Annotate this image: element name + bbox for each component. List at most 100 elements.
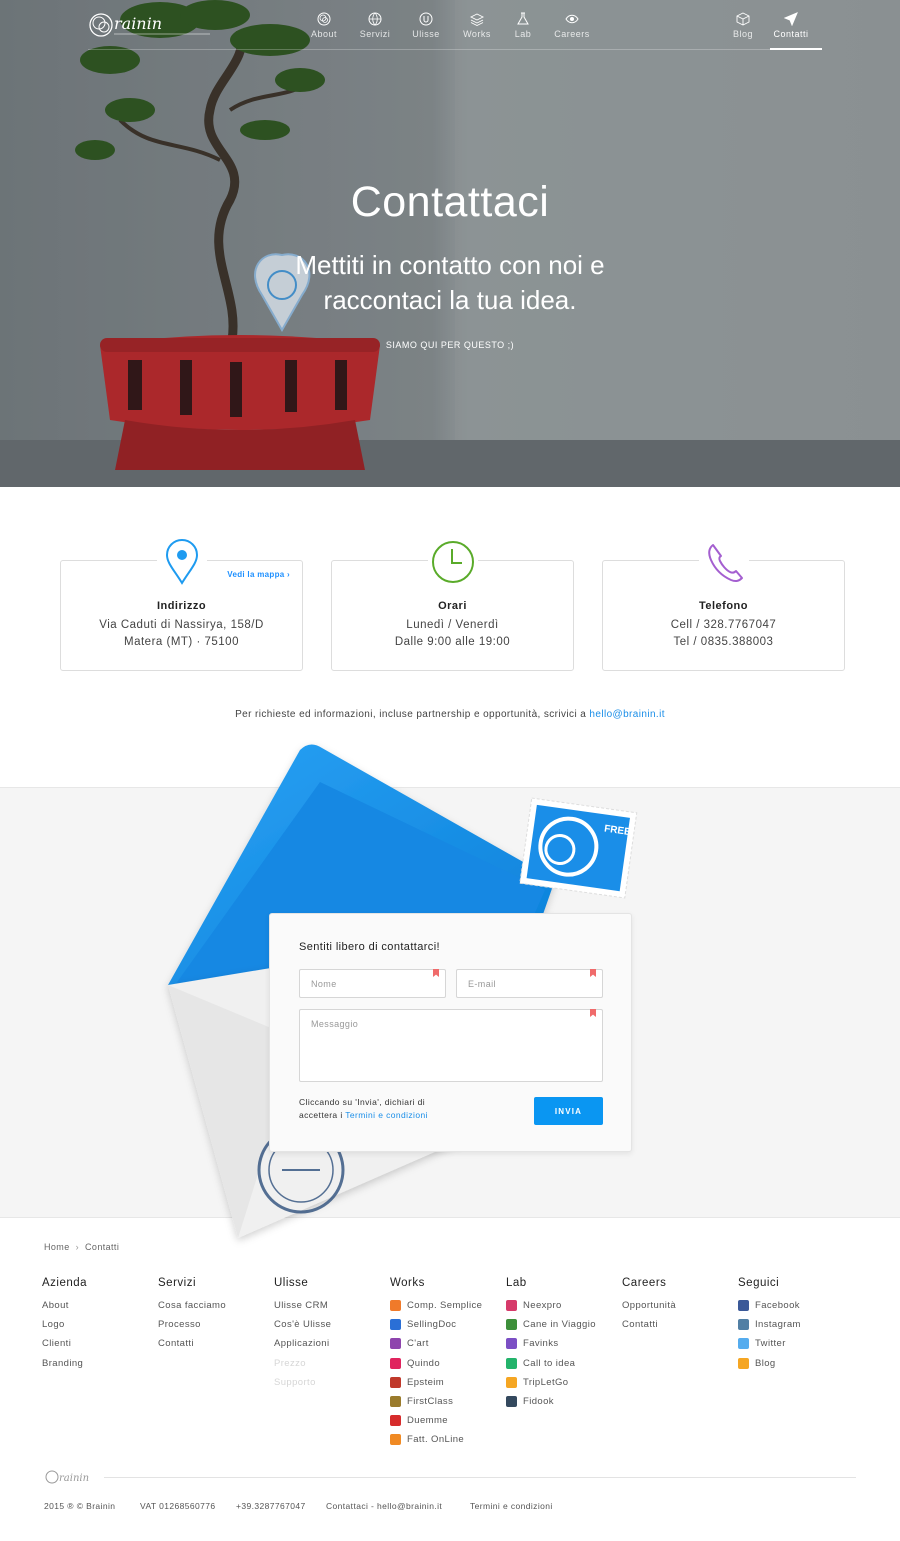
tripletgo-icon bbox=[506, 1376, 517, 1388]
footer-link-label: Contatti bbox=[158, 1338, 194, 1350]
instagram-icon bbox=[738, 1319, 749, 1331]
footer-link[interactable]: Duemme bbox=[390, 1411, 506, 1430]
footer-link[interactable]: Fidook bbox=[506, 1392, 622, 1411]
footer-link[interactable]: SellingDoc bbox=[390, 1315, 506, 1334]
firstclass-icon bbox=[390, 1396, 401, 1408]
email-field[interactable]: E-mail bbox=[456, 969, 603, 998]
info-email-link[interactable]: hello@brainin.it bbox=[589, 709, 664, 720]
footer-link[interactable]: Applicazioni bbox=[274, 1334, 390, 1353]
svg-text:rainin: rainin bbox=[114, 14, 162, 33]
footer-link[interactable]: TripLetGo bbox=[506, 1373, 622, 1392]
page-title: Contattaci bbox=[350, 178, 550, 226]
footer-link-label: Fidook bbox=[523, 1396, 554, 1408]
message-field[interactable]: Messaggio bbox=[299, 1009, 603, 1082]
footer-link[interactable]: Contatti bbox=[622, 1315, 738, 1334]
footer-link[interactable]: Ulisse CRM bbox=[274, 1296, 390, 1315]
svg-text:rainin: rainin bbox=[59, 1473, 89, 1484]
comp-semplice-icon bbox=[390, 1300, 401, 1312]
contact-form: Sentiti libero di contattarci! Nome E-ma… bbox=[269, 913, 632, 1152]
free-stamp: FREE bbox=[519, 797, 638, 899]
footer-link-label: TripLetGo bbox=[523, 1376, 569, 1388]
layers-icon bbox=[470, 13, 484, 26]
footer-link-label: Duemme bbox=[407, 1415, 448, 1427]
footer-link[interactable]: Epsteim bbox=[390, 1373, 506, 1392]
footer-link[interactable]: Cos'è Ulisse bbox=[274, 1315, 390, 1334]
footer-link[interactable]: Processo bbox=[158, 1315, 274, 1334]
info-text-body: Per richieste ed informazioni, incluse p… bbox=[235, 709, 590, 720]
footer-link[interactable]: FirstClass bbox=[390, 1392, 506, 1411]
call-to-idea-icon bbox=[506, 1357, 517, 1369]
footer-link[interactable]: Call to idea bbox=[506, 1354, 622, 1373]
footer-link[interactable]: Clienti bbox=[42, 1334, 158, 1353]
send-button[interactable]: INVIA bbox=[534, 1097, 603, 1125]
nav-servizi[interactable]: Servizi bbox=[350, 12, 400, 39]
footer-link[interactable]: Branding bbox=[42, 1354, 158, 1373]
footer-link[interactable]: Cane in Viaggio bbox=[506, 1315, 622, 1334]
nav-careers[interactable]: Careers bbox=[547, 12, 597, 39]
nav-about[interactable]: About bbox=[299, 12, 349, 39]
hero-banner: rainin About Servizi Ulisse Works Lab Ca… bbox=[0, 0, 900, 487]
breadcrumb-current: Contatti bbox=[85, 1242, 120, 1252]
footer-link[interactable]: C'art bbox=[390, 1334, 506, 1353]
nav-servizi-label: Servizi bbox=[359, 29, 391, 39]
footer-link-label: Blog bbox=[755, 1357, 776, 1369]
rss-icon bbox=[738, 1357, 749, 1369]
facebook-icon bbox=[738, 1300, 749, 1312]
footer-link[interactable]: Quindo bbox=[390, 1354, 506, 1373]
address-line-2: Matera (MT) · 75100 bbox=[124, 636, 239, 648]
footer-terms[interactable]: Termini e condizioni bbox=[470, 1501, 553, 1511]
nav-works[interactable]: Works bbox=[452, 12, 502, 39]
footer-link[interactable]: About bbox=[42, 1296, 158, 1315]
nav-blog[interactable]: Blog bbox=[718, 12, 768, 39]
footer-link: Prezzo bbox=[274, 1354, 390, 1373]
footer-link[interactable]: Opportunità bbox=[622, 1296, 738, 1315]
nav-ulisse[interactable]: Ulisse bbox=[401, 12, 451, 39]
brainin-logo[interactable]: rainin bbox=[88, 10, 213, 40]
footer-link-label: Comp. Semplice bbox=[407, 1300, 483, 1312]
footer-contact[interactable]: Contattaci - hello@brainin.it bbox=[326, 1501, 442, 1511]
footer-link[interactable]: Instagram bbox=[738, 1315, 854, 1334]
form-title: Sentiti libero di contattarci! bbox=[299, 941, 441, 953]
footer-link-label: Favinks bbox=[523, 1338, 559, 1350]
footer-link-label: Opportunità bbox=[622, 1300, 677, 1312]
footer-link[interactable]: Favinks bbox=[506, 1334, 622, 1353]
name-field[interactable]: Nome bbox=[299, 969, 446, 998]
footer-link-label: C'art bbox=[407, 1338, 429, 1350]
footer-link[interactable]: Comp. Semplice bbox=[390, 1296, 506, 1315]
footer-logo[interactable]: rainin bbox=[44, 1469, 104, 1485]
ulisse-icon bbox=[419, 12, 433, 26]
address-title: Indirizzo bbox=[156, 600, 207, 612]
footer-link-label: Logo bbox=[42, 1319, 65, 1331]
required-marker-icon bbox=[590, 969, 596, 977]
footer-link[interactable]: Facebook bbox=[738, 1296, 854, 1315]
required-marker-icon bbox=[590, 1009, 596, 1017]
nav-lab[interactable]: Lab bbox=[498, 12, 548, 39]
footer-link[interactable]: Neexpro bbox=[506, 1296, 622, 1315]
footer-column-title: Lab bbox=[506, 1277, 527, 1289]
footer-link[interactable]: Blog bbox=[738, 1354, 854, 1373]
terms-link[interactable]: Termini e condizioni bbox=[345, 1110, 428, 1120]
footer-copyright: 2015 ® © Brainin bbox=[44, 1501, 116, 1511]
globe-icon bbox=[368, 12, 382, 26]
footer-link[interactable]: Cosa facciamo bbox=[158, 1296, 274, 1315]
nav-blog-label: Blog bbox=[732, 29, 753, 39]
footer-link-label: Cane in Viaggio bbox=[523, 1319, 596, 1331]
footer-link-label: Processo bbox=[158, 1319, 201, 1331]
phone-line-1: Cell / 328.7767047 bbox=[670, 619, 777, 631]
footer-column-ulisse: Ulisse Ulisse CRM Cos'è Ulisse Applicazioni… bbox=[274, 1277, 390, 1392]
footer-link[interactable]: Twitter bbox=[738, 1334, 854, 1353]
brain-icon bbox=[317, 12, 331, 26]
footer-link[interactable]: Contatti bbox=[158, 1334, 274, 1353]
map-link[interactable]: Vedi la mappa › bbox=[227, 570, 290, 579]
breadcrumb-home[interactable]: Home bbox=[44, 1242, 70, 1252]
phone-title: Telefono bbox=[698, 600, 748, 612]
footer-phone[interactable]: +39.3287767047 bbox=[236, 1501, 306, 1511]
footer-link-label: Instagram bbox=[755, 1319, 801, 1331]
footer-link[interactable]: Logo bbox=[42, 1315, 158, 1334]
nav-contatti[interactable]: Contatti bbox=[766, 12, 822, 50]
footer-link[interactable]: Fatt. OnLine bbox=[390, 1430, 506, 1449]
hours-card: Orari Lunedì / Venerdì Dalle 9:00 alle 1… bbox=[331, 537, 574, 671]
nav-careers-label: Careers bbox=[554, 29, 590, 39]
phone-icon bbox=[699, 537, 749, 587]
footer-column-works: Works Comp. Semplice SellingDoc C'art Quindo… bbox=[390, 1277, 506, 1450]
